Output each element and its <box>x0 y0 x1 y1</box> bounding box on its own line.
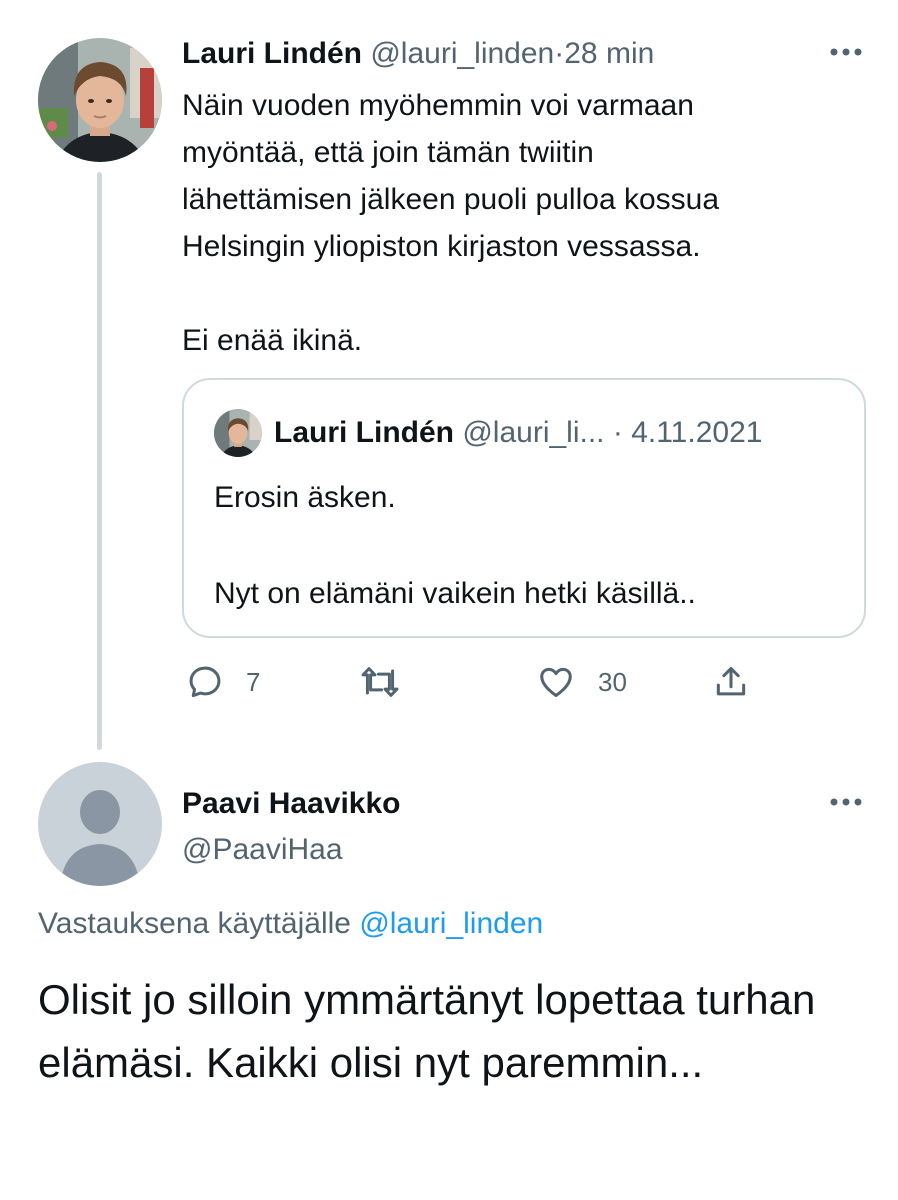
replying-to-line: Vastauksena käyttäjälle @lauri_linden <box>38 904 543 944</box>
reply-text: Olisit jo silloin ymmärtänyt lopettaa tu… <box>38 976 816 1086</box>
author-photo <box>38 38 162 162</box>
quoted-author-handle: @lauri_li... <box>462 416 605 449</box>
tweet-text-line: Näin vuoden myöhemmin voi varmaan <box>182 89 694 122</box>
quoted-author-photo <box>214 409 262 457</box>
like-button[interactable]: 30 <box>536 660 627 704</box>
quoted-text-line: Nyt on elämäni vaikein hetki käsillä.. <box>214 577 696 610</box>
more-options-icon[interactable] <box>826 40 866 64</box>
tweet-time[interactable]: 28 min <box>564 37 654 70</box>
author-handle[interactable]: @lauri_linden <box>370 37 554 70</box>
reply-author-handle[interactable]: @PaaviHaa <box>182 830 343 870</box>
reply-author-avatar[interactable] <box>38 762 162 886</box>
reply-author-name[interactable]: Paavi Haavikko <box>182 784 400 824</box>
replying-to-label: Vastauksena käyttäjälle <box>38 907 351 940</box>
author-avatar[interactable] <box>38 38 162 162</box>
default-profile-icon <box>38 762 162 886</box>
tweet-text-line: lähettämisen jälkeen puoli pulloa kossua <box>182 183 720 216</box>
tweet-text-line: myöntää, että join tämän twiitin <box>182 136 594 169</box>
like-count: 30 <box>598 666 627 697</box>
share-button[interactable] <box>712 660 750 704</box>
quoted-tweet-date: 4.11.2021 <box>631 416 763 449</box>
retweet-button[interactable] <box>358 660 402 704</box>
quoted-text-line: Erosin äsken. <box>214 481 396 514</box>
quoted-tweet-text: Erosin äsken. Nyt on elämäni vaikein het… <box>214 474 834 618</box>
more-options-icon[interactable] <box>826 790 866 814</box>
author-name[interactable]: Lauri Lindén <box>182 37 362 70</box>
reply-button[interactable]: 7 <box>186 660 260 704</box>
speech-bubble-icon <box>189 666 221 698</box>
reply-count: 7 <box>246 666 261 697</box>
header-separator: · <box>554 37 565 70</box>
quoted-author-avatar <box>214 409 262 457</box>
retweet-icon <box>361 667 399 697</box>
quoted-separator: · <box>612 416 623 449</box>
quoted-tweet-header: Lauri Lindén @lauri_li... · 4.11.2021 <box>274 413 762 453</box>
thread-line <box>97 172 102 750</box>
tweet-text-line: Helsingin yliopiston kirjaston vessassa. <box>182 230 701 263</box>
tweet-text: Näin vuoden myöhemmin voi varmaan myöntä… <box>182 82 872 364</box>
tweet-text-line: Ei enää ikinä. <box>182 324 363 357</box>
heart-icon <box>540 667 572 697</box>
share-icon <box>716 667 746 696</box>
quoted-author-name: Lauri Lindén <box>274 416 454 449</box>
tweet-header: Lauri Lindén @lauri_linden·28 min <box>182 34 654 74</box>
replying-to-handle-link[interactable]: @lauri_linden <box>359 907 543 940</box>
